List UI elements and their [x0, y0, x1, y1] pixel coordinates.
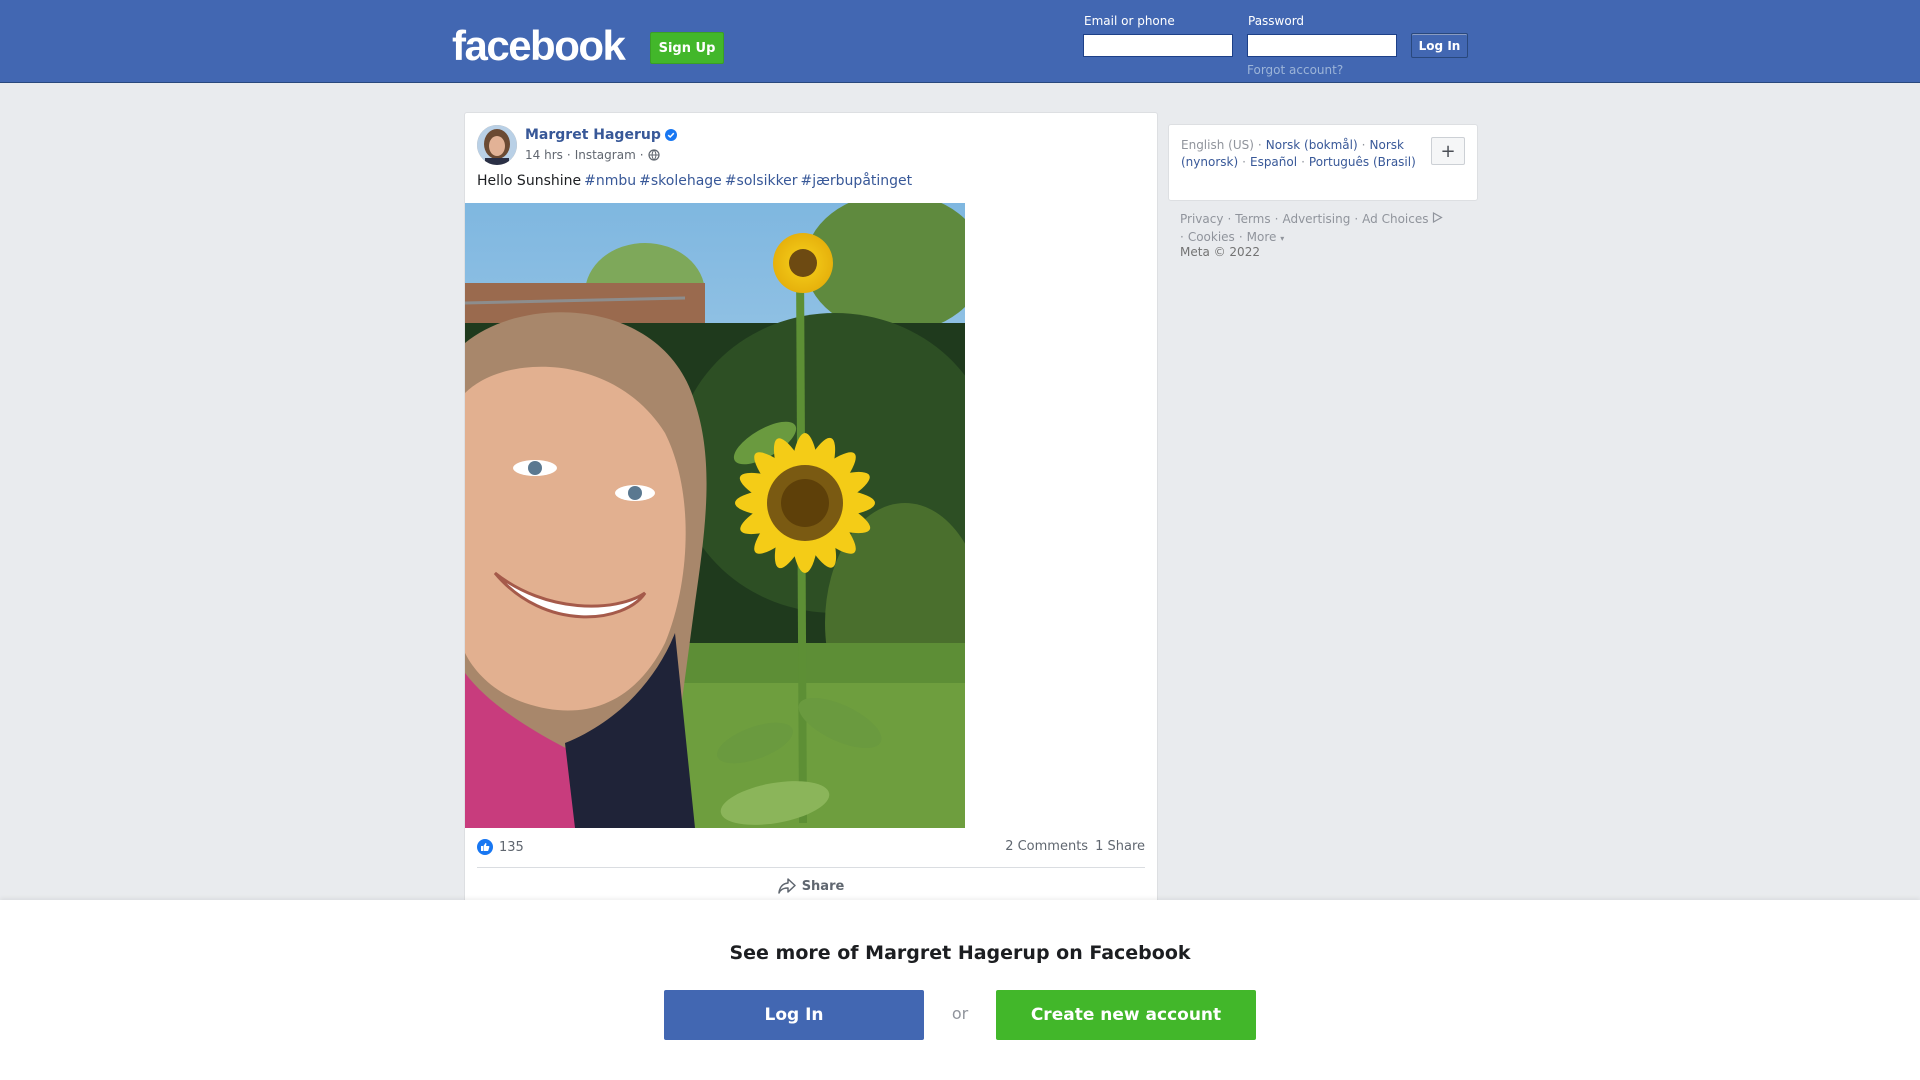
share-button[interactable]: Share: [465, 878, 1157, 894]
language-list: English (US) · Norsk (bokmål) · Norsk (nynor…: [1181, 138, 1416, 169]
post-author-name[interactable]: Margret Hagerup: [525, 127, 661, 143]
globe-icon: [647, 149, 660, 161]
divider: [477, 867, 1145, 868]
engagement-counts: 2 Comments 1 Share: [1005, 839, 1145, 854]
facebook-logo[interactable]: facebook: [452, 22, 626, 70]
password-label: Password: [1248, 14, 1305, 28]
language-link[interactable]: Norsk (bokmål): [1266, 138, 1358, 152]
top-navigation-bar: facebook Sign Up Email or phone Password…: [0, 0, 1920, 83]
footer-link-ad-choices[interactable]: Ad Choices: [1362, 212, 1428, 226]
post-meta: 14 hrs · Instagram ·: [525, 148, 660, 162]
create-account-button[interactable]: Create new account: [996, 990, 1256, 1040]
verified-badge-icon: [665, 129, 677, 141]
footer-link-privacy[interactable]: Privacy: [1180, 212, 1223, 226]
login-prompt-title: See more of Margret Hagerup on Facebook: [729, 942, 1191, 964]
login-prompt-banner: See more of Margret Hagerup on Facebook …: [0, 900, 1920, 1080]
sign-up-button[interactable]: Sign Up: [650, 32, 724, 64]
avatar[interactable]: [477, 125, 517, 165]
or-separator: or: [951, 1004, 969, 1023]
reactions-summary[interactable]: 135: [477, 839, 524, 855]
shares-count-link[interactable]: 1 Share: [1095, 839, 1145, 854]
post-time[interactable]: 14 hrs: [525, 148, 563, 162]
password-field[interactable]: [1247, 34, 1397, 57]
language-selector-box: English (US) · Norsk (bokmål) · Norsk (nynor…: [1168, 124, 1478, 201]
like-icon: [477, 839, 493, 855]
hashtag-link[interactable]: #skolehage: [639, 173, 722, 189]
meta-separator: ·: [639, 148, 644, 162]
email-label: Email or phone: [1084, 14, 1175, 28]
post-message: Hello Sunshine: [477, 173, 582, 189]
hashtag-link[interactable]: #jærbupåtinget: [801, 173, 913, 189]
footer-link-terms[interactable]: Terms: [1235, 212, 1270, 226]
reaction-count: 135: [499, 839, 524, 855]
meta-separator: ·: [566, 148, 571, 162]
header-login-button[interactable]: Log In: [1411, 33, 1468, 58]
ad-choices-icon: [1433, 211, 1444, 224]
current-language: English (US): [1181, 138, 1254, 152]
language-link[interactable]: Español: [1250, 155, 1297, 169]
post-text: Hello Sunshine #nmbu #skolehage #solsikker #…: [477, 173, 912, 189]
share-label: Share: [801, 878, 845, 894]
post-source: Instagram: [574, 148, 636, 162]
email-field[interactable]: [1083, 34, 1233, 57]
caret-down-icon: ▾: [1280, 234, 1285, 243]
login-button[interactable]: Log In: [664, 990, 924, 1040]
post-card: Margret Hagerup 14 hrs · Instagram · Hel…: [464, 112, 1158, 912]
forgot-account-link[interactable]: Forgot account?: [1247, 63, 1343, 77]
footer-link-cookies[interactable]: Cookies: [1188, 230, 1235, 244]
copyright: Meta © 2022: [1180, 245, 1260, 259]
more-languages-button[interactable]: +: [1431, 137, 1465, 165]
footer-links: Privacy · Terms · Advertising · Ad Choices · Co…: [1180, 210, 1480, 248]
language-link[interactable]: Português (Brasil): [1309, 155, 1416, 169]
share-arrow-icon: [777, 878, 796, 894]
plus-icon: +: [1440, 140, 1456, 162]
hashtag-link[interactable]: #nmbu: [584, 173, 636, 189]
hashtag-link[interactable]: #solsikker: [725, 173, 798, 189]
selfie-with-sunflower-photo[interactable]: [465, 203, 965, 828]
footer-link-advertising[interactable]: Advertising: [1282, 212, 1350, 226]
footer-link-more[interactable]: More: [1247, 230, 1277, 244]
comments-count-link[interactable]: 2 Comments: [1005, 839, 1088, 854]
